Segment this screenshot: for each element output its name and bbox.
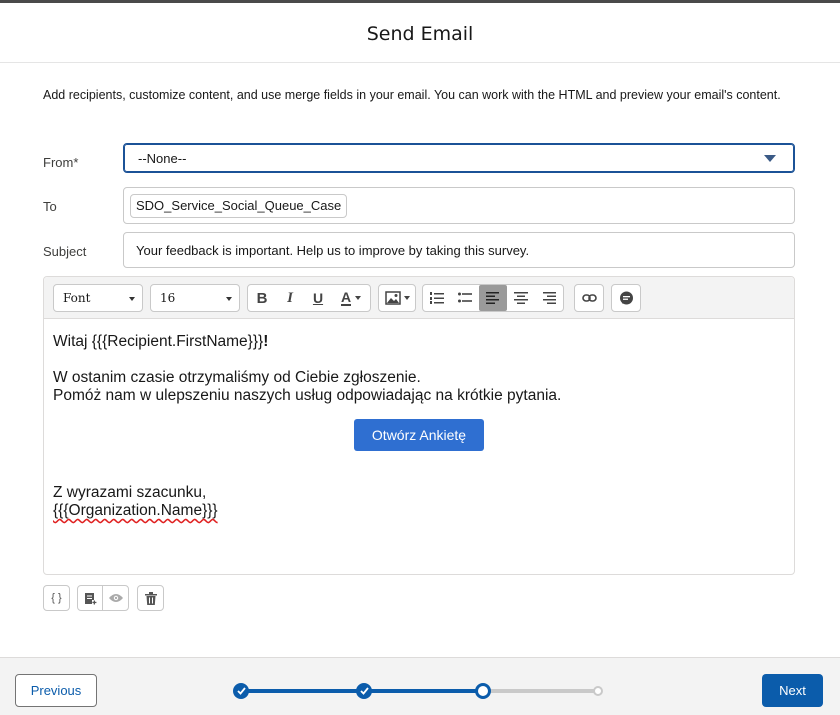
subject-input[interactable]: Your feedback is important. Help us to i… <box>123 232 795 268</box>
email-line-2: Pomóż nam w ulepszeniu naszych usług odp… <box>53 387 562 404</box>
font-size-value: 16 <box>160 291 176 305</box>
image-icon <box>384 291 401 305</box>
font-family-dropdown[interactable]: Font <box>53 284 143 312</box>
progress-step-4[interactable] <box>593 686 603 696</box>
numbered-list-button[interactable] <box>423 285 451 311</box>
signature-merge-field: {{{Organization.Name}}} <box>53 502 218 519</box>
chat-bubble-icon <box>619 291 633 304</box>
editor-toolbar: Font 16 B I U A <box>44 277 794 319</box>
italic-icon: I <box>287 289 293 306</box>
check-icon <box>359 687 369 695</box>
chevron-down-icon <box>403 296 410 300</box>
previous-button[interactable]: Previous <box>15 674 97 707</box>
link-icon <box>581 294 597 302</box>
check-icon <box>236 687 246 695</box>
bold-button[interactable]: B <box>248 285 276 311</box>
align-center-icon <box>514 292 528 304</box>
subject-label: Subject <box>43 244 87 259</box>
eye-icon <box>108 594 123 602</box>
greeting-text: Witaj {{{Recipient.FirstName}}} <box>53 333 264 350</box>
email-paragraph: W ostanim czasie otrzymaliśmy od Ciebie … <box>53 369 561 405</box>
progress-indicator <box>232 681 612 701</box>
insert-link-button[interactable] <box>575 285 603 311</box>
modal-header: Send Email <box>0 3 840 63</box>
align-right-icon <box>543 292 556 304</box>
delete-button[interactable] <box>138 586 163 610</box>
progress-step-3[interactable] <box>475 683 491 699</box>
chevron-down-icon <box>355 296 362 300</box>
text-color-button[interactable]: A <box>332 285 370 311</box>
progress-step-2[interactable] <box>356 683 372 699</box>
email-greeting: Witaj {{{Recipient.FirstName}}}! <box>53 333 268 351</box>
modal-footer: Previous Next <box>0 657 840 715</box>
progress-step-1[interactable] <box>233 683 249 699</box>
next-button[interactable]: Next <box>762 674 823 707</box>
bulleted-list-icon <box>458 292 472 303</box>
template-icon <box>84 592 97 605</box>
align-right-button[interactable] <box>535 285 563 311</box>
curly-braces-icon: { } <box>51 592 62 604</box>
description-text: Add recipients, customize content, and u… <box>43 88 781 102</box>
align-left-button[interactable] <box>479 285 507 311</box>
email-line-1: W ostanim czasie otrzymaliśmy od Ciebie … <box>53 369 421 386</box>
merge-field-group: { } <box>43 585 70 611</box>
bold-icon: B <box>256 289 268 307</box>
numbered-list-icon <box>430 292 444 304</box>
from-select[interactable]: --None-- <box>123 143 795 173</box>
to-field[interactable]: SDO_Service_Social_Queue_Case <box>123 187 795 224</box>
to-label: To <box>43 199 57 214</box>
email-signoff: Z wyrazami szacunku, {{{Organization.Nam… <box>53 484 218 520</box>
font-family-value: Font <box>63 291 91 305</box>
preview-button[interactable] <box>103 586 128 610</box>
modal-title: Send Email <box>366 22 474 45</box>
text-format-group: B I U A <box>247 284 371 312</box>
chevron-down-icon <box>226 297 232 301</box>
open-survey-button[interactable]: Otwórz Ankietę <box>354 419 484 451</box>
insert-image-button[interactable] <box>379 285 415 311</box>
insert-merge-field-button[interactable]: { } <box>44 586 69 610</box>
rich-text-editor: Font 16 B I U A Witaj {{{Recipient.First… <box>43 276 795 575</box>
insert-template-button[interactable] <box>78 586 103 610</box>
underline-icon: U <box>312 290 324 306</box>
delete-group <box>137 585 164 611</box>
align-center-button[interactable] <box>507 285 535 311</box>
list-align-group <box>422 284 564 312</box>
trash-icon <box>144 591 157 605</box>
link-group <box>574 284 604 312</box>
recipient-pill[interactable]: SDO_Service_Social_Queue_Case <box>130 194 348 218</box>
align-left-icon <box>486 292 499 304</box>
template-preview-group <box>77 585 129 611</box>
signoff-text: Z wyrazami szacunku, <box>53 484 207 501</box>
italic-button[interactable]: I <box>276 285 304 311</box>
from-label: From* <box>43 155 79 170</box>
bulleted-list-button[interactable] <box>451 285 479 311</box>
image-group <box>378 284 416 312</box>
underline-button[interactable]: U <box>304 285 332 311</box>
chevron-down-icon <box>129 297 135 301</box>
chevron-down-icon <box>764 155 776 162</box>
remove-formatting-button[interactable] <box>612 285 640 311</box>
text-color-icon: A <box>340 288 352 306</box>
from-select-value: --None-- <box>138 151 187 166</box>
remove-format-group <box>611 284 641 312</box>
subject-value: Your feedback is important. Help us to i… <box>136 243 530 258</box>
font-size-dropdown[interactable]: 16 <box>150 284 240 312</box>
greeting-mark: ! <box>263 333 269 350</box>
